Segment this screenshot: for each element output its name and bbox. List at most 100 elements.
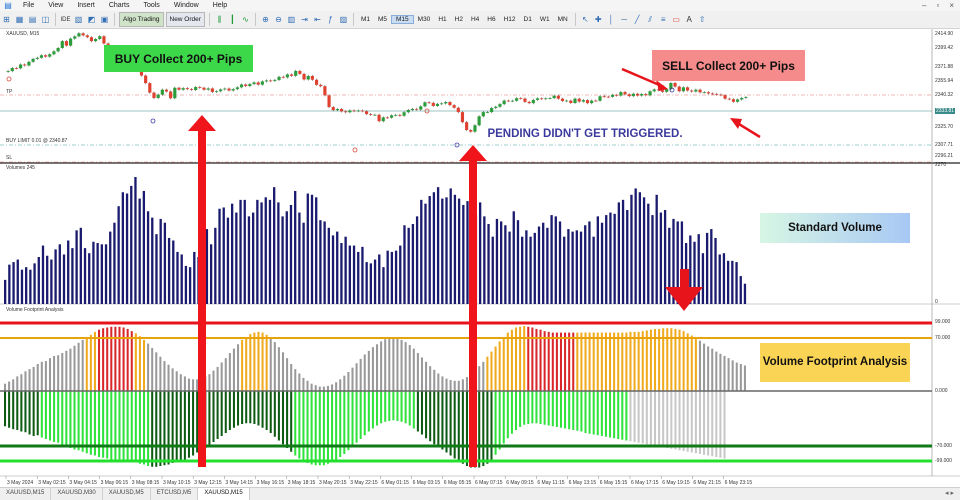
menu-insert[interactable]: Insert — [70, 0, 102, 11]
algo-trading-button[interactable]: Algo Trading — [119, 12, 164, 27]
timeframe-m5[interactable]: M5 — [374, 16, 391, 23]
bar-chart-icon[interactable]: ⫼ — [214, 13, 225, 26]
strategy-tester-icon[interactable]: ◩ — [86, 13, 97, 26]
volume-bar — [478, 202, 482, 304]
fp-scale-0: 0.000 — [935, 388, 948, 394]
footprint-negative-bar — [53, 391, 56, 442]
menu-tools[interactable]: Tools — [136, 0, 166, 11]
terminal-icon[interactable]: ▣ — [99, 13, 110, 26]
footprint-negative-bar — [28, 391, 31, 435]
footprint-negative-bar — [261, 391, 264, 428]
footprint-negative-bar — [600, 391, 603, 436]
menu-charts[interactable]: Charts — [102, 0, 137, 11]
tab-scroll-arrows[interactable]: ◂ ▸ — [939, 488, 960, 500]
candle-body — [348, 110, 352, 113]
shapes-icon[interactable]: ▭ — [671, 13, 682, 26]
footprint-positive-bar — [163, 361, 166, 391]
new-order-button[interactable]: New Order — [165, 12, 205, 27]
chart-tab-3[interactable]: XAUUSD,M5 — [103, 488, 151, 500]
timeframe-d1[interactable]: D1 — [520, 16, 536, 23]
profiles-icon[interactable]: ▦ — [14, 13, 25, 26]
footprint-negative-bar — [269, 391, 272, 433]
line-chart-icon[interactable]: ∿ — [240, 13, 251, 26]
ide-icon[interactable]: IDE — [60, 13, 71, 26]
new-chart-icon[interactable]: ⊞ — [1, 13, 12, 26]
candle-body — [239, 84, 244, 88]
menu-file[interactable]: File — [16, 0, 41, 11]
volume-bar — [113, 222, 116, 304]
chart-tab-2[interactable]: XAUUSD,M30 — [51, 488, 103, 500]
candle-body — [285, 74, 289, 78]
footprint-positive-bar — [637, 331, 640, 391]
timeframe-w1[interactable]: W1 — [536, 16, 554, 23]
footprint-negative-bar — [286, 391, 289, 448]
chart-window[interactable]: 3 May 2024 3 May 02:15 3 May 04:15 3 May 06… — [0, 29, 960, 487]
shift-end-icon[interactable]: ⇤ — [312, 13, 323, 26]
chart-canvas[interactable]: 3 May 2024 3 May 02:15 3 May 04:15 3 May 06… — [0, 29, 960, 487]
horizontal-line-icon[interactable]: ─ — [619, 13, 630, 26]
candle-body — [727, 98, 731, 100]
timeframe-m30[interactable]: M30 — [414, 16, 435, 23]
restore-icon[interactable]: ▫ — [936, 1, 939, 10]
candle-body — [585, 100, 590, 104]
crosshair-icon[interactable]: ✚ — [593, 13, 604, 26]
timeframe-h4[interactable]: H4 — [467, 16, 483, 23]
zoom-out-icon[interactable]: ⊖ — [273, 13, 284, 26]
candlestick-icon[interactable]: ┃ — [227, 13, 238, 26]
chart-tab-1[interactable]: XAUUSD,M15 — [0, 488, 52, 500]
close-icon[interactable]: × — [949, 1, 954, 10]
candle-body — [602, 96, 606, 98]
candle-body — [48, 54, 52, 57]
tile-windows-icon[interactable]: ▥ — [286, 13, 297, 26]
volume-bar — [659, 212, 663, 304]
timeframe-h12[interactable]: H12 — [500, 16, 520, 23]
zoom-in-icon[interactable]: ⊕ — [260, 13, 271, 26]
footprint-negative-bar — [531, 391, 534, 424]
footprint-negative-bar — [306, 391, 309, 463]
volume-bar — [327, 227, 330, 304]
candle-body — [214, 91, 219, 93]
navigator-icon[interactable]: ◫ — [40, 13, 51, 26]
volume-bar — [25, 267, 28, 304]
candle-body — [14, 68, 19, 69]
vertical-line-icon[interactable]: │ — [606, 13, 617, 26]
text-icon[interactable]: A — [684, 13, 695, 26]
minimize-icon[interactable]: – — [922, 1, 926, 10]
trendline-icon[interactable]: ╱ — [632, 13, 643, 26]
scroll-end-icon[interactable]: ⇥ — [299, 13, 310, 26]
timeframe-m15[interactable]: M15 — [391, 15, 414, 24]
footprint-positive-bar — [719, 353, 722, 391]
chart-tab-5[interactable]: XAUUSD,M15 — [198, 488, 250, 500]
channel-icon[interactable]: ⫽ — [645, 13, 656, 26]
menu-view[interactable]: View — [41, 0, 70, 11]
candle-body — [473, 125, 477, 132]
timeframe-m1[interactable]: M1 — [357, 16, 374, 23]
timeframe-h6[interactable]: H6 — [483, 16, 499, 23]
data-window-icon[interactable]: ▧ — [73, 13, 84, 26]
candle-body — [552, 95, 556, 99]
chart-tab-4[interactable]: ETCUSD,M5 — [151, 488, 199, 500]
arrows-icon[interactable]: ⇧ — [697, 13, 708, 26]
templates-icon[interactable]: ▨ — [338, 13, 349, 26]
menu-help[interactable]: Help — [206, 0, 234, 11]
pending-annotation: PENDING DIDN'T GET TRIGGERED. — [487, 128, 683, 140]
fibonacci-icon[interactable]: ≡ — [658, 13, 669, 26]
timeframe-h1[interactable]: H1 — [434, 16, 450, 23]
footprint-negative-bar — [559, 391, 562, 428]
volume-bar — [29, 269, 32, 304]
market-watch-icon[interactable]: ▤ — [27, 13, 38, 26]
volume-bar — [176, 251, 179, 304]
indicators-icon[interactable]: ƒ — [325, 13, 336, 26]
cursor-icon[interactable]: ↖ — [580, 13, 591, 26]
footprint-negative-bar — [457, 391, 460, 462]
volume-bar — [273, 187, 276, 304]
volume-bar — [415, 216, 419, 304]
timeframe-h2[interactable]: H2 — [451, 16, 467, 23]
timeframe-mn[interactable]: MN — [554, 16, 572, 23]
candle-body — [294, 70, 298, 76]
volume-bar — [563, 236, 566, 304]
menu-window[interactable]: Window — [167, 0, 206, 11]
footprint-negative-bar — [572, 391, 575, 430]
volume-bar — [621, 199, 625, 304]
volume-bar — [58, 244, 61, 304]
